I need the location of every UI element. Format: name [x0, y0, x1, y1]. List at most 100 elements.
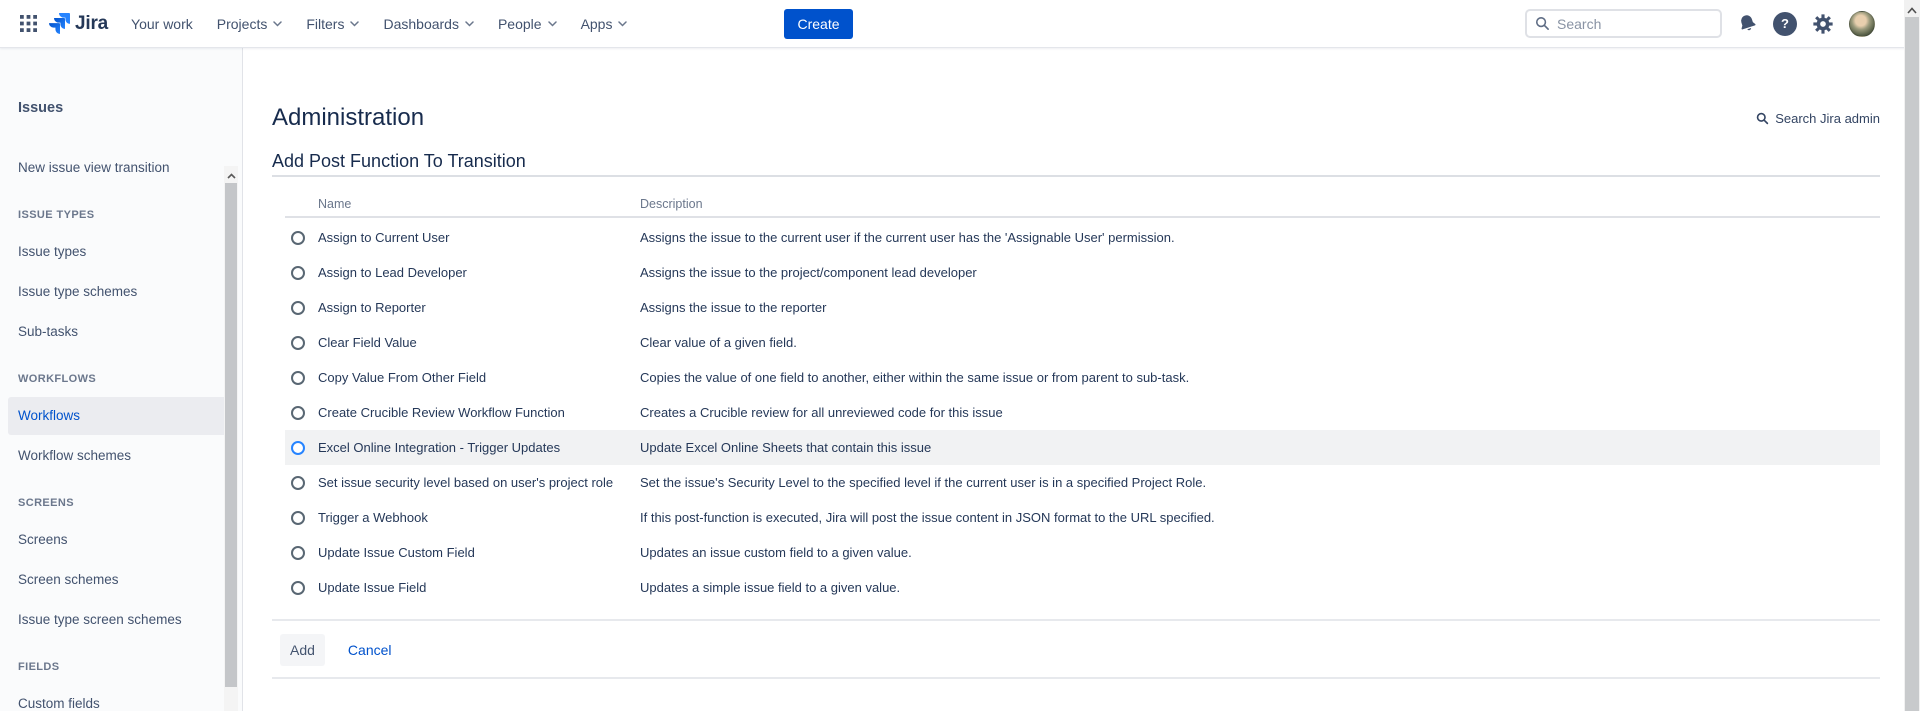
chevron-down-icon	[350, 21, 359, 27]
post-function-description: Set the issue's Security Level to the sp…	[640, 475, 1880, 490]
post-function-name: Excel Online Integration - Trigger Updat…	[318, 440, 640, 455]
search-jira-admin-link[interactable]: Search Jira admin	[1756, 111, 1880, 126]
page-title: Administration	[272, 103, 424, 133]
radio-button[interactable]	[291, 511, 305, 525]
post-function-description: If this post-function is executed, Jira …	[640, 510, 1880, 525]
sidebar-heading-screens: SCREENS	[18, 495, 224, 511]
create-button[interactable]: Create	[784, 9, 852, 39]
sidebar-item-screens[interactable]: Screens	[8, 521, 234, 559]
nav-menu-item-label: Projects	[217, 16, 268, 32]
radio-button[interactable]	[291, 476, 305, 490]
nav-menu-item-label: People	[498, 16, 542, 32]
top-nav: Jira Your work Projects Filters Dashboar…	[0, 0, 1920, 48]
sidebar-scrollbar-up-arrow[interactable]	[224, 169, 238, 183]
radio-button[interactable]	[291, 406, 305, 420]
sidebar-item-issue-type-schemes[interactable]: Issue type schemes	[8, 273, 234, 311]
page-scrollbar[interactable]	[1904, 0, 1920, 711]
sidebar-item-sub-tasks[interactable]: Sub-tasks	[8, 313, 234, 351]
page-scrollbar-up-arrow[interactable]	[1904, 4, 1920, 16]
post-function-name: Set issue security level based on user's…	[318, 475, 640, 490]
radio-button[interactable]	[291, 441, 305, 455]
page-scrollbar-thumb[interactable]	[1905, 17, 1919, 711]
notifications-bell-icon[interactable]	[1734, 10, 1760, 36]
sidebar-heading-workflows: WORKFLOWS	[18, 371, 224, 387]
global-search[interactable]	[1525, 9, 1722, 38]
sidebar-item-issue-types[interactable]: Issue types	[8, 233, 234, 271]
sidebar-item-new-issue-view-transition[interactable]: New issue view transition	[8, 149, 234, 187]
user-avatar[interactable]	[1849, 11, 1875, 37]
radio-button[interactable]	[291, 546, 305, 560]
chevron-down-icon	[273, 21, 282, 27]
sidebar: Issues New issue view transition ISSUE T…	[0, 48, 243, 711]
radio-button[interactable]	[291, 266, 305, 280]
question-mark-glyph: ?	[1773, 12, 1797, 36]
jira-logo[interactable]: Jira	[49, 13, 108, 35]
table-row-trigger-a-webhook[interactable]: Trigger a Webhook If this post-function …	[285, 500, 1880, 535]
post-function-name: Copy Value From Other Field	[318, 370, 640, 385]
table-row-excel-online-integration-trigger-updates[interactable]: Excel Online Integration - Trigger Updat…	[285, 430, 1880, 465]
post-function-description: Update Excel Online Sheets that contain …	[640, 440, 1880, 455]
nav-item-filters[interactable]: Filters	[297, 10, 368, 38]
post-function-name: Clear Field Value	[318, 335, 640, 350]
sidebar-heading-issue-types: ISSUE TYPES	[18, 207, 224, 223]
table-row-assign-to-lead-developer[interactable]: Assign to Lead Developer Assigns the iss…	[285, 255, 1880, 290]
radio-button[interactable]	[291, 371, 305, 385]
chevron-down-icon	[548, 21, 557, 27]
app-switcher-icon[interactable]	[16, 11, 41, 36]
sidebar-heading-fields: FIELDS	[18, 659, 224, 675]
post-function-name: Trigger a Webhook	[318, 510, 640, 525]
sidebar-item-issue-type-screen-schemes[interactable]: Issue type screen schemes	[8, 601, 234, 639]
post-function-description: Creates a Crucible review for all unrevi…	[640, 405, 1880, 420]
add-button[interactable]: Add	[280, 634, 325, 666]
post-function-description: Clear value of a given field.	[640, 335, 1880, 350]
post-function-description: Copies the value of one field to another…	[640, 370, 1880, 385]
main-content: Administration Search Jira admin Add Pos…	[243, 48, 1920, 711]
table-row-assign-to-reporter[interactable]: Assign to Reporter Assigns the issue to …	[285, 290, 1880, 325]
nav-item-apps[interactable]: Apps	[572, 10, 637, 38]
chevron-down-icon	[618, 21, 627, 27]
sidebar-item-screen-schemes[interactable]: Screen schemes	[8, 561, 234, 599]
cancel-link[interactable]: Cancel	[348, 642, 392, 658]
help-icon[interactable]: ?	[1773, 12, 1797, 36]
sidebar-scrollbar-thumb[interactable]	[225, 183, 237, 687]
table-row-assign-to-current-user[interactable]: Assign to Current User Assigns the issue…	[285, 220, 1880, 255]
search-jira-admin-label: Search Jira admin	[1775, 111, 1880, 126]
nav-item-people[interactable]: People	[489, 10, 566, 38]
post-function-name: Assign to Current User	[318, 230, 640, 245]
table-row-set-issue-security-level-based-on-user-s-project-role[interactable]: Set issue security level based on user's…	[285, 465, 1880, 500]
table-row-update-issue-field[interactable]: Update Issue Field Updates a simple issu…	[285, 570, 1880, 605]
table-row-create-crucible-review-workflow-function[interactable]: Create Crucible Review Workflow Function…	[285, 395, 1880, 430]
sidebar-title: Issues	[18, 98, 224, 118]
radio-button[interactable]	[291, 301, 305, 315]
top-nav-menu: Your work Projects Filters Dashboards Pe…	[122, 10, 642, 38]
radio-button[interactable]	[291, 231, 305, 245]
radio-button[interactable]	[291, 336, 305, 350]
sidebar-item-workflows[interactable]: Workflows	[8, 397, 234, 435]
post-function-name: Assign to Lead Developer	[318, 265, 640, 280]
nav-item-dashboards[interactable]: Dashboards	[374, 10, 483, 38]
table-row-copy-value-from-other-field[interactable]: Copy Value From Other Field Copies the v…	[285, 360, 1880, 395]
nav-menu-item-label: Apps	[581, 16, 613, 32]
sidebar-item-workflow-schemes[interactable]: Workflow schemes	[8, 437, 234, 475]
post-function-description: Updates a simple issue field to a given …	[640, 580, 1880, 595]
post-function-description: Assigns the issue to the reporter	[640, 300, 1880, 315]
settings-gear-icon[interactable]	[1812, 13, 1834, 35]
jira-logo-text: Jira	[75, 13, 108, 35]
nav-item-projects[interactable]: Projects	[208, 10, 292, 38]
table-row-update-issue-custom-field[interactable]: Update Issue Custom Field Updates an iss…	[285, 535, 1880, 570]
column-header-description: Description	[640, 197, 1880, 211]
divider	[272, 677, 1880, 679]
table-row-clear-field-value[interactable]: Clear Field Value Clear value of a given…	[285, 325, 1880, 360]
nav-item-your-work[interactable]: Your work	[122, 10, 202, 38]
table-header: Name Description	[285, 177, 1880, 218]
chevron-down-icon	[465, 21, 474, 27]
sidebar-item-custom-fields[interactable]: Custom fields	[8, 685, 234, 711]
post-function-name: Assign to Reporter	[318, 300, 640, 315]
sidebar-scrollbar[interactable]	[224, 166, 238, 711]
nav-menu-item-label: Filters	[306, 16, 344, 32]
post-function-description: Assigns the issue to the project/compone…	[640, 265, 1880, 280]
nav-menu-item-label: Dashboards	[383, 16, 459, 32]
search-input[interactable]	[1557, 16, 1677, 32]
radio-button[interactable]	[291, 581, 305, 595]
search-icon	[1756, 112, 1769, 125]
